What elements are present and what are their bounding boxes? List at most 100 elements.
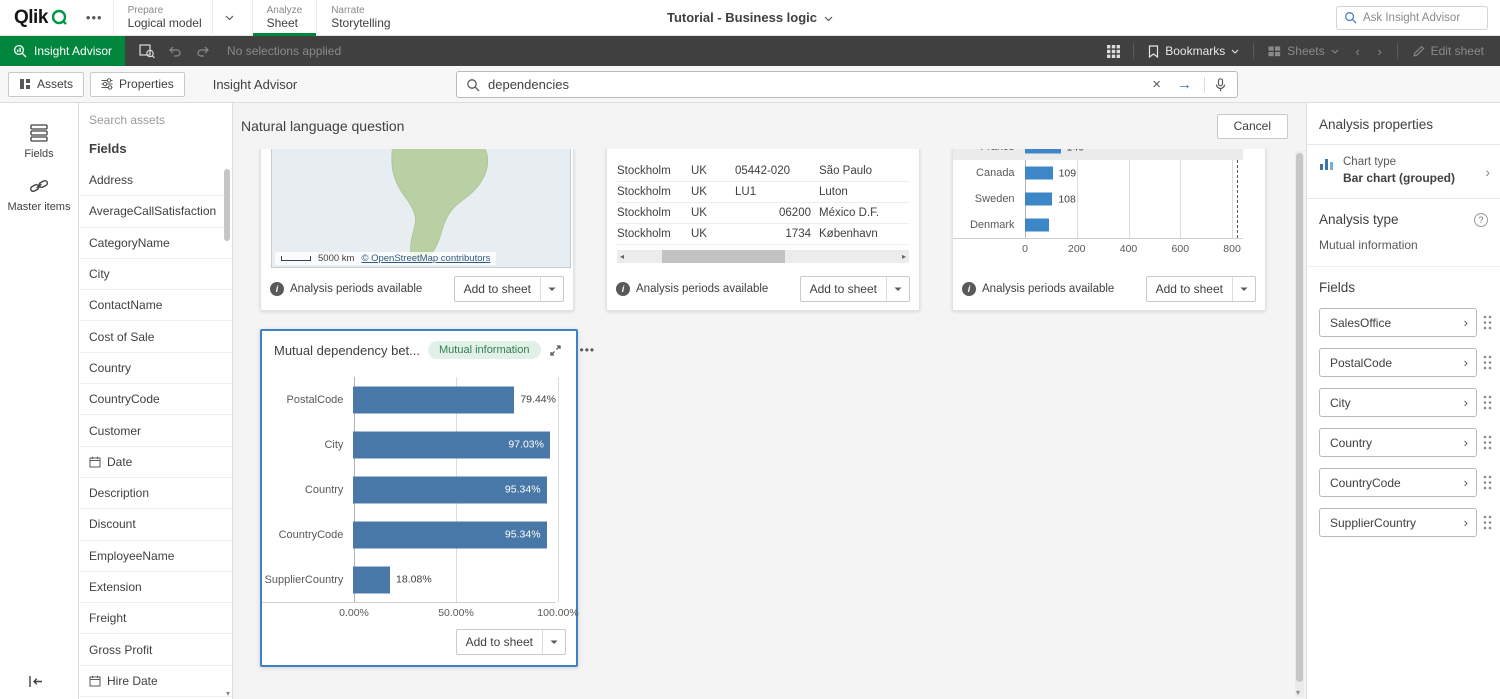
field-pill-country[interactable]: Country › [1319,428,1477,457]
scroll-down-icon[interactable]: ▾ [1296,688,1300,697]
osm-attribution-link[interactable]: © OpenStreetMap contributors [361,253,490,264]
ask-insight-advisor-input[interactable] [1363,12,1480,24]
submit-search-icon[interactable]: → [1173,76,1196,93]
bar[interactable]: 95.34% [353,521,546,548]
edit-sheet-button[interactable]: Edit sheet [1404,36,1492,66]
bar[interactable]: 97.03% [353,431,550,458]
drag-handle-icon[interactable] [1483,435,1492,450]
expand-icon[interactable] [549,344,562,357]
add-to-sheet-caret-icon[interactable] [1232,277,1255,301]
bar[interactable]: 79.44% [353,386,514,413]
drag-handle-icon[interactable] [1483,475,1492,490]
table-chart-card[interactable]: Stockholm UK 05442-020 São Paulo Stockho… [606,149,920,311]
selections-tool-icon[interactable] [133,36,161,66]
add-to-sheet-button[interactable]: Add to sheet [456,629,566,655]
bar[interactable]: 95.34% [353,476,546,503]
main-scrollbar[interactable]: ▾ [1295,151,1304,697]
field-item[interactable]: AverageCallSatisfaction [79,196,232,227]
nav-analyze[interactable]: Analyze Sheet [252,0,317,36]
app-overview-grid-icon[interactable] [1099,36,1127,66]
field-item[interactable]: CategoryName [79,228,232,259]
field-item-date[interactable]: Date [79,447,232,478]
bar[interactable]: 140 [1025,149,1061,154]
x-tick-label: 800 [1223,243,1241,255]
properties-button[interactable]: Properties [90,72,185,97]
field-item[interactable]: Gross Profit [79,634,232,665]
table-cell: UK [691,186,735,198]
drag-handle-icon[interactable] [1483,395,1492,410]
insight-advisor-button[interactable]: Insight Advisor [0,36,125,66]
microphone-icon[interactable] [1213,78,1228,92]
insight-advisor-search-input[interactable] [488,77,1140,92]
field-item[interactable]: CountryCode [79,384,232,415]
help-icon[interactable]: ? [1474,213,1488,227]
map-chart-card[interactable]: 5000 km © OpenStreetMap contributors i A… [260,149,574,311]
map-visualization[interactable]: 5000 km © OpenStreetMap contributors [271,149,571,268]
add-to-sheet-caret-icon[interactable] [540,277,563,301]
field-item[interactable]: ContactName [79,290,232,321]
prepare-dropdown-caret-icon[interactable] [212,0,238,36]
field-item[interactable]: Customer [79,415,232,446]
field-item[interactable]: Freight [79,603,232,634]
table-horizontal-scrollbar[interactable]: ◂ ▸ [617,250,909,263]
rail-item-master-items[interactable]: Master items [0,168,78,221]
field-item[interactable]: Address [79,165,232,196]
assets-button[interactable]: Assets [8,72,84,97]
bookmark-icon [1148,45,1159,58]
search-divider [1204,77,1205,93]
field-item-date[interactable]: Hire Date [79,666,232,697]
add-to-sheet-button[interactable]: Add to sheet [454,276,564,302]
table-cell: 05442-020 [735,165,819,177]
scrollbar-track[interactable] [627,250,899,263]
field-item[interactable]: City [79,259,232,290]
main-scrollbar-thumb[interactable] [1296,153,1303,682]
scroll-left-icon[interactable]: ◂ [617,252,627,261]
field-pill-salesoffice[interactable]: SalesOffice › [1319,308,1477,337]
ask-insight-advisor-search[interactable] [1336,6,1488,30]
more-menu-button[interactable]: ••• [76,10,113,25]
field-pill-countrycode[interactable]: CountryCode › [1319,468,1477,497]
field-item[interactable]: Cost of Sale [79,321,232,352]
bookmarks-button[interactable]: Bookmarks [1140,36,1247,66]
drag-handle-icon[interactable] [1483,315,1492,330]
nav-narrate[interactable]: Narrate Storytelling [316,0,404,36]
add-to-sheet-caret-icon[interactable] [886,277,909,301]
add-to-sheet-caret-icon[interactable] [542,630,565,654]
drag-handle-icon[interactable] [1483,515,1492,530]
assets-scroll-down-icon[interactable]: ▾ [226,689,230,698]
add-to-sheet-button[interactable]: Add to sheet [1146,276,1256,302]
field-item[interactable]: Discount [79,509,232,540]
add-to-sheet-button[interactable]: Add to sheet [800,276,910,302]
field-pill-postalcode[interactable]: PostalCode › [1319,348,1477,377]
field-item[interactable]: Description [79,478,232,509]
bar[interactable]: 109 [1025,167,1053,180]
rail-item-fields[interactable]: Fields [0,115,78,168]
bar[interactable] [1025,219,1049,232]
selected-mutual-dependency-card[interactable]: Mutual dependency bet... Mutual informat… [260,329,578,667]
field-item[interactable]: Extension [79,572,232,603]
insight-advisor-search[interactable]: × → [456,71,1238,98]
sheets-button[interactable]: Sheets [1260,36,1346,66]
assets-search[interactable] [89,113,222,127]
field-item[interactable]: EmployeeName [79,541,232,572]
card-menu-icon[interactable]: ••• [570,343,596,357]
cancel-button[interactable]: Cancel [1217,114,1288,139]
analysis-periods-label: Analysis periods available [982,283,1114,295]
chart-type-row[interactable]: Chart type Bar chart (grouped) › [1307,145,1500,199]
nav-prepare[interactable]: Prepare Logical model [113,0,252,36]
field-pill-suppliercountry[interactable]: SupplierCountry › [1319,508,1477,537]
bar[interactable]: 18.08% [353,566,390,593]
field-item[interactable]: Country [79,353,232,384]
field-pill-city[interactable]: City › [1319,388,1477,417]
assets-scrollbar-thumb[interactable] [224,169,230,241]
collapse-panel-icon[interactable] [28,675,43,691]
app-title-menu[interactable]: Tutorial - Business logic [667,10,833,25]
scrollbar-thumb[interactable] [662,250,784,263]
qlik-logo-q-icon [51,9,68,26]
drag-handle-icon[interactable] [1483,355,1492,370]
scroll-right-icon[interactable]: ▸ [899,252,909,261]
clear-search-icon[interactable]: × [1148,76,1165,93]
assets-search-input[interactable] [89,113,222,127]
bar-chart-card[interactable]: France 140 Canada 109 [952,149,1266,311]
bar[interactable]: 108 [1025,193,1053,206]
